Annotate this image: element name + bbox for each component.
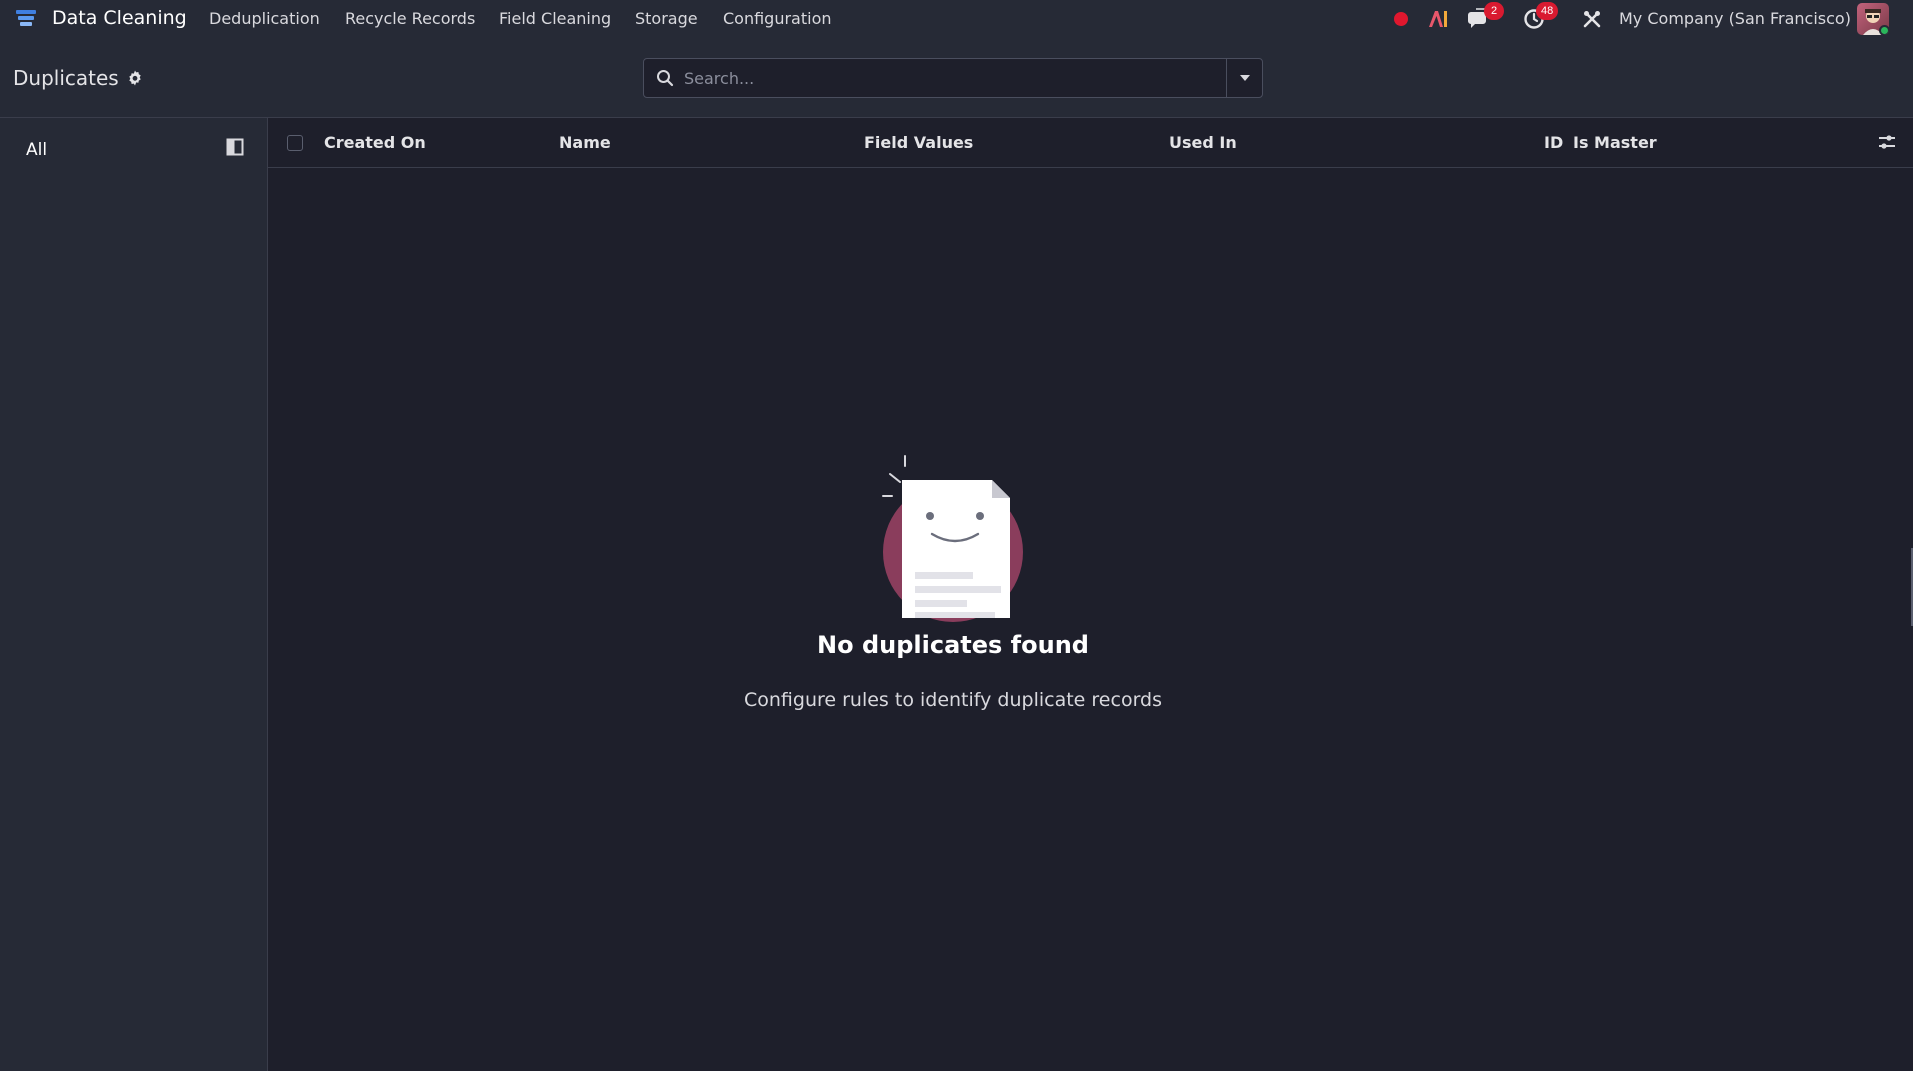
app-name[interactable]: Data Cleaning [52, 7, 187, 29]
search-bar [643, 58, 1263, 98]
online-status-icon [1879, 25, 1889, 35]
search-panel-sidebar: All [0, 118, 268, 1071]
menu-recycle-records[interactable]: Recycle Records [345, 9, 475, 28]
record-icon[interactable] [1391, 7, 1411, 31]
breadcrumb: Duplicates [13, 66, 143, 90]
column-used-in[interactable]: Used In [1169, 133, 1237, 152]
column-created-on[interactable]: Created On [324, 133, 426, 152]
select-all-checkbox[interactable] [287, 135, 303, 151]
search-input[interactable] [684, 59, 1224, 97]
caret-down-icon [1239, 75, 1250, 81]
user-avatar[interactable] [1857, 3, 1889, 35]
app-menu-icon[interactable] [14, 7, 38, 31]
search-options-button[interactable] [1226, 59, 1262, 97]
page-title: Duplicates [13, 66, 119, 90]
sidebar-item-all[interactable]: All [26, 140, 47, 160]
menu-storage[interactable]: Storage [635, 9, 698, 28]
column-is-master[interactable]: Is Master [1573, 133, 1657, 152]
gear-icon[interactable] [127, 70, 143, 86]
sidebar-toggle-icon[interactable] [226, 138, 244, 156]
optional-columns-icon[interactable] [1877, 133, 1897, 151]
top-navbar: Data Cleaning Deduplication Recycle Reco… [0, 0, 1913, 38]
ai-icon[interactable] [1426, 7, 1450, 31]
menu-deduplication[interactable]: Deduplication [209, 9, 320, 28]
menu-field-cleaning[interactable]: Field Cleaning [499, 9, 611, 28]
tools-icon[interactable] [1581, 7, 1603, 31]
empty-state-subtitle: Configure rules to identify duplicate re… [743, 689, 1163, 711]
column-id[interactable]: ID [1544, 133, 1563, 152]
menu-configuration[interactable]: Configuration [723, 9, 832, 28]
column-name[interactable]: Name [559, 133, 611, 152]
messages-badge: 2 [1484, 2, 1504, 20]
chat-icon[interactable]: 2 [1466, 2, 1504, 31]
empty-document-illustration [882, 455, 1023, 622]
search-icon [657, 70, 674, 87]
clock-icon[interactable]: 48 [1521, 2, 1559, 31]
list-header: Created On Name Field Values Used In ID … [268, 118, 1913, 168]
activities-badge: 48 [1536, 2, 1559, 20]
control-panel: Duplicates [0, 38, 1913, 118]
company-switcher[interactable]: My Company (San Francisco) [1619, 9, 1851, 28]
column-field-values[interactable]: Field Values [864, 133, 973, 152]
empty-state-title: No duplicates found [817, 631, 1089, 659]
